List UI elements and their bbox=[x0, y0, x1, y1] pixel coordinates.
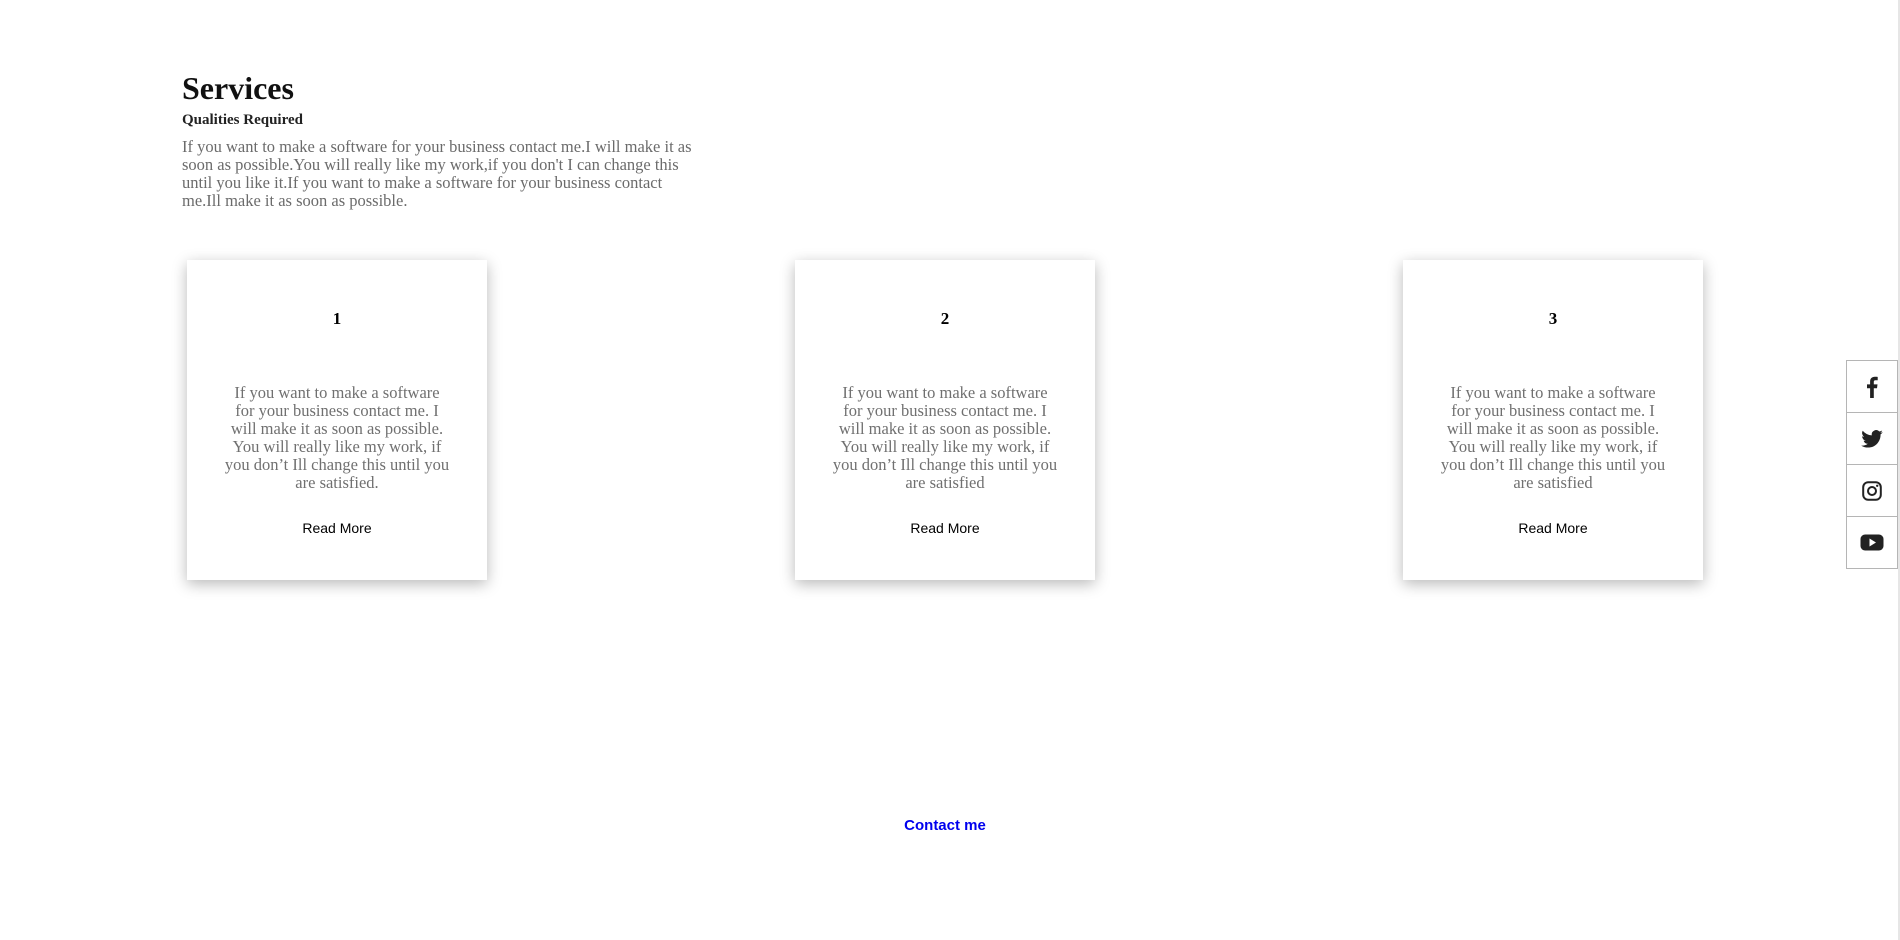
services-intro: If you want to make a software for your … bbox=[182, 137, 692, 210]
read-more-link[interactable]: Read More bbox=[1403, 519, 1703, 537]
youtube-icon bbox=[1860, 534, 1884, 551]
twitter-icon bbox=[1861, 429, 1883, 448]
services-title: Services bbox=[182, 70, 294, 106]
instagram-icon bbox=[1862, 480, 1882, 501]
card-number: 1 bbox=[332, 309, 342, 328]
card-description: If you want to make a software for your … bbox=[224, 383, 450, 492]
service-card-1: 1 If you want to make a software for you… bbox=[187, 260, 487, 580]
facebook-button[interactable] bbox=[1846, 360, 1898, 413]
card-number: 3 bbox=[1548, 309, 1558, 328]
service-card-3: 3 If you want to make a software for you… bbox=[1403, 260, 1703, 580]
contact-me-link[interactable]: Contact me bbox=[0, 816, 1890, 836]
read-more-link[interactable]: Read More bbox=[795, 519, 1095, 537]
services-subtitle: Qualities Required bbox=[182, 112, 303, 128]
youtube-button[interactable] bbox=[1846, 516, 1898, 569]
services-section: Services Qualities Required If you want … bbox=[182, 68, 692, 210]
card-description: If you want to make a software for your … bbox=[1440, 383, 1666, 492]
twitter-button[interactable] bbox=[1846, 412, 1898, 465]
service-card-2: 2 If you want to make a software for you… bbox=[795, 260, 1095, 580]
instagram-button[interactable] bbox=[1846, 464, 1898, 517]
card-number: 2 bbox=[940, 309, 950, 328]
facebook-icon bbox=[1866, 376, 1878, 398]
social-sidebar bbox=[1846, 360, 1898, 569]
card-description: If you want to make a software for your … bbox=[832, 383, 1058, 492]
read-more-link[interactable]: Read More bbox=[187, 519, 487, 537]
